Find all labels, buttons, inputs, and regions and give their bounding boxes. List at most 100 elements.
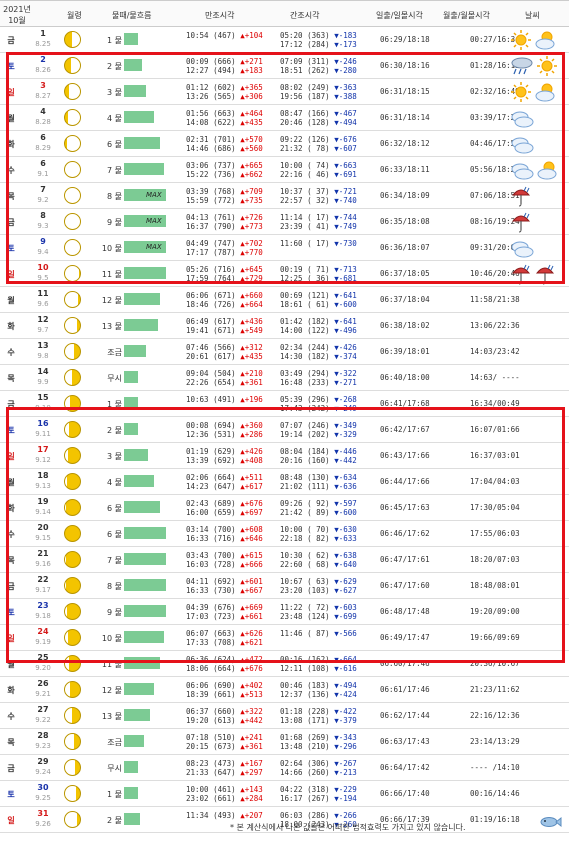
day-of-week: 월 [7, 478, 15, 487]
table-row: 목 14 9.9 무시 09:04 (504) ▲+210 22:26 (654) ▲+3… [0, 365, 569, 391]
day-of-week: 화 [7, 504, 15, 513]
low-tide-1: 07:09 (311) [280, 57, 330, 66]
weather-cell [510, 393, 566, 415]
low-tide-2: 19:14 (202) [280, 430, 330, 439]
table-row: 월 4 8.28 4 물 01:56 (663) ▲+464 14:08 (622) ▲+… [0, 105, 569, 131]
table-row: 토 9 9.4 10 물 MAX 04:49 (747) ▲+702 17:17 (787)… [0, 235, 569, 261]
high-tide-2-diff: ▲+183 [240, 66, 263, 75]
low-tide-1-diff: ▼-494 [334, 681, 357, 690]
moon-phase-icon [64, 317, 81, 334]
high-tide-cell: 01:56 (663) ▲+464 14:08 (622) ▲+435 [186, 109, 263, 127]
high-tide-2: 14:23 (647) [186, 482, 236, 491]
high-tide-2-diff: ▲+513 [240, 690, 263, 699]
high-tide-cell: 05:26 (716) ▲+645 17:59 (764) ▲+729 [186, 265, 263, 283]
day-of-week: 일 [7, 816, 15, 825]
low-tide-1: 11:22 ( 72) [280, 603, 330, 612]
tide-label: 1 물 [107, 790, 122, 799]
low-tide-2: 18:51 (262) [280, 66, 330, 75]
sunrise-sunset: 06:39/18:01 [380, 347, 430, 356]
high-tide-1-diff: ▲+608 [240, 525, 263, 534]
tide-bar [124, 423, 138, 435]
sunrise-sunset: 06:43/17:66 [380, 451, 430, 460]
high-tide-2: 19:41 (671) [186, 326, 236, 335]
tide-bar [124, 33, 138, 45]
moon-phase-icon [64, 109, 81, 126]
max-badge: MAX [146, 217, 162, 225]
high-tide-2-diff: ▲+735 [240, 196, 263, 205]
tide-label: 조금 [107, 348, 122, 357]
low-tide-cell: 01:42 (182) ▼-641 14:00 (122) ▼-496 [280, 317, 357, 335]
high-tide-1-diff: ▲+322 [240, 707, 263, 716]
low-tide-1-diff: ▼-730 [334, 239, 357, 248]
high-tide-1-diff: ▲+196 [240, 395, 263, 404]
low-tide-1-diff: ▼-664 [334, 655, 357, 664]
sunrise-sunset: 06:63/17:43 [380, 737, 430, 746]
low-tide-1-diff: ▼-566 [334, 629, 357, 638]
high-tide-1: 10:54 (467) [186, 31, 236, 40]
high-tide-2: 16:37 (790) [186, 222, 236, 231]
low-tide-cell: 10:37 ( 37) ▼-721 22:57 ( 32) ▼-740 [280, 187, 357, 205]
moon-phase-icon [64, 83, 81, 100]
high-tide-2: 14:46 (686) [186, 144, 236, 153]
high-tide-1: 11:34 (493) [186, 811, 236, 820]
low-tide-2-diff: ▼-249 [334, 404, 357, 413]
high-tide-2: 22:26 (654) [186, 378, 236, 387]
weather-cell [510, 601, 566, 623]
date-solar: 3 [40, 81, 46, 90]
low-tide-2-diff: ▼-271 [334, 378, 357, 387]
date-solar: 15 [37, 393, 49, 402]
low-tide-1-diff: ▼-266 [334, 811, 357, 820]
day-of-week: 목 [7, 192, 15, 201]
day-of-week: 토 [7, 244, 15, 253]
tide-label: 3 물 [107, 452, 122, 461]
low-tide-1-diff: ▼-713 [334, 265, 357, 274]
date-solar: 13 [37, 341, 49, 350]
weather-cell [510, 523, 566, 545]
low-tide-2: 17:12 (284) [280, 40, 330, 49]
low-tide-1: 08:02 (249) [280, 83, 330, 92]
high-tide-cell: 00:08 (694) ▲+360 12:36 (531) ▲+286 [186, 421, 263, 439]
tide-label: 11 물 [101, 660, 122, 669]
moon-phase-icon [64, 135, 81, 152]
high-tide-2-diff: ▲+408 [240, 456, 263, 465]
tide-bar [124, 735, 144, 747]
low-tide-1-diff: ▼-638 [334, 551, 357, 560]
moon-phase-icon [64, 187, 81, 204]
low-tide-2: 14:00 (122) [280, 326, 330, 335]
high-tide-1: 10:00 (461) [186, 785, 236, 794]
low-tide-cell: 11:46 ( 87) ▼-566 [280, 629, 357, 638]
date-solar: 25 [37, 653, 49, 662]
low-tide-2: 23:20 (103) [280, 586, 330, 595]
high-tide-1-diff: ▲+660 [240, 291, 263, 300]
high-tide-1: 04:13 (761) [186, 213, 236, 222]
date-solar: 24 [37, 627, 49, 636]
high-tide-2-diff: ▲+676 [240, 664, 263, 673]
tide-bar [124, 319, 158, 331]
low-tide-2: 13:08 (171) [280, 716, 330, 725]
low-tide-2: 22:18 ( 82) [280, 534, 330, 543]
sunrise-sunset: 06:31/18:15 [380, 87, 430, 96]
high-tide-2-diff: ▲+442 [240, 716, 263, 725]
high-tide-cell: 00:09 (666) ▲+271 12:27 (494) ▲+183 [186, 57, 263, 75]
high-tide-2: 17:17 (787) [186, 248, 236, 257]
sunrise-sunset: 06:48/17:48 [380, 607, 430, 616]
tide-label: 8 물 [107, 192, 122, 201]
date-solar: 26 [37, 679, 49, 688]
date-lunar: 9.15 [35, 534, 51, 542]
high-tide-1: 03:39 (768) [186, 187, 236, 196]
high-tide-1-diff: ▲+709 [240, 187, 263, 196]
date-lunar: 9.21 [35, 690, 51, 698]
low-tide-1: 01:42 (182) [280, 317, 330, 326]
date-solar: 20 [37, 523, 49, 532]
table-row: 목 21 9.16 7 물 03:43 (700) ▲+615 16:03 (728) ▲… [0, 547, 569, 573]
high-tide-2-diff: ▲+560 [240, 144, 263, 153]
low-tide-1: 00:46 (183) [280, 681, 330, 690]
day-of-week: 목 [7, 556, 15, 565]
weather-cell [510, 731, 566, 753]
sunrise-sunset: 06:64/17:42 [380, 763, 430, 772]
high-tide-cell: 04:49 (747) ▲+702 17:17 (787) ▲+770 [186, 239, 263, 257]
high-tide-1-diff: ▲+601 [240, 577, 263, 586]
tide-bar [124, 813, 140, 825]
low-tide-1: 10:00 ( 74) [280, 161, 330, 170]
low-tide-1: 02:64 (306) [280, 759, 330, 768]
